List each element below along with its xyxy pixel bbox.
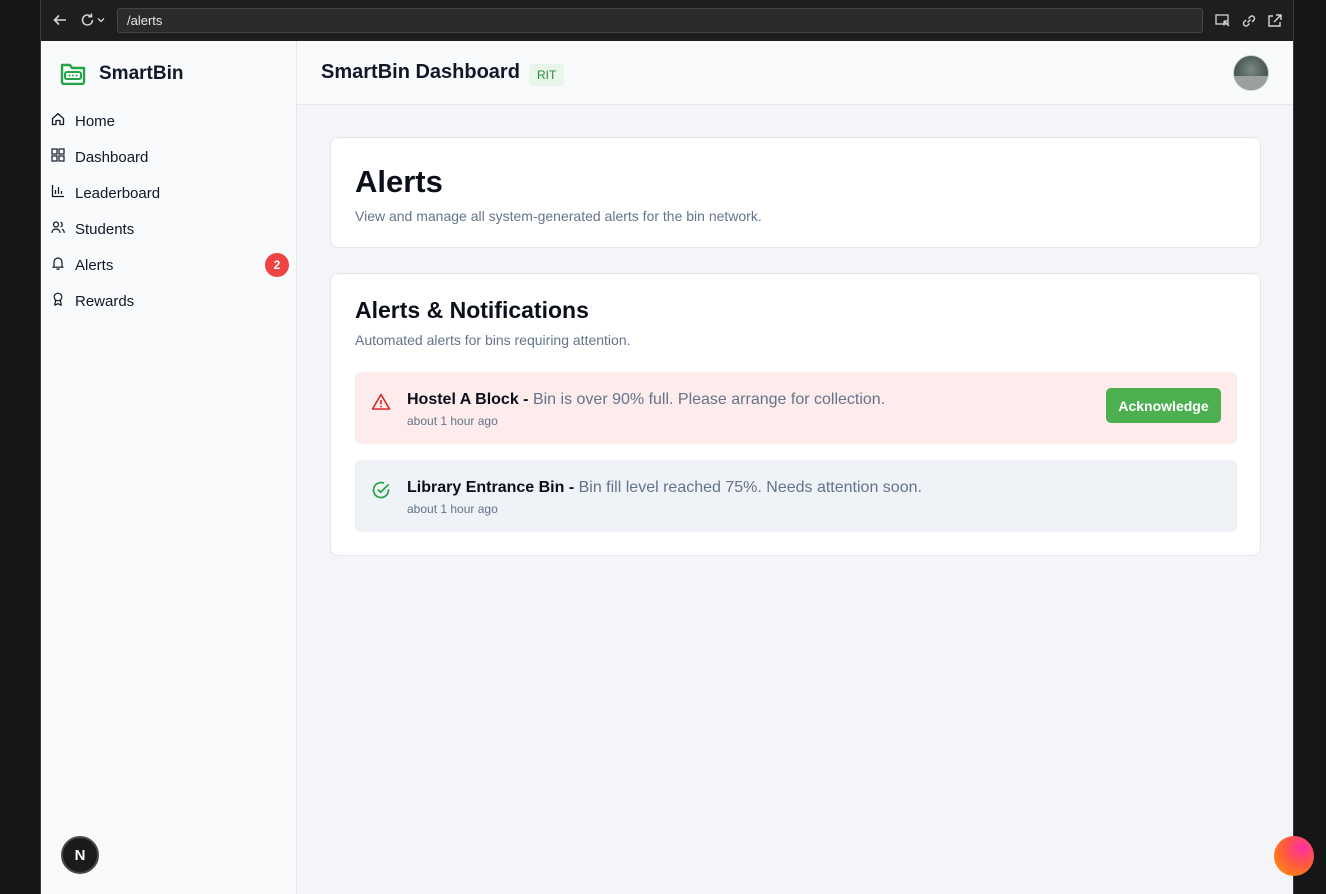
sidebar-nav: Home Dashboard Leaderboard Students Aler… [49,103,289,319]
assistant-orb-button[interactable] [1274,836,1314,876]
sidebar-item-label: Rewards [75,292,135,310]
browser-window: /alerts SmartBin Home Dashboard Leaderbo… [40,0,1294,894]
alert-source: Library Entrance Bin - [407,479,575,496]
alert-message: Bin fill level reached 75%. Needs attent… [578,479,922,496]
check-circle-icon [371,480,391,500]
alert-message: Bin is over 90% full. Please arrange for… [532,391,886,408]
alert-timestamp: about 1 hour ago [407,502,498,516]
alert-text: Hostel A Block - Bin is over 90% full. P… [407,391,885,409]
open-external-icon[interactable] [1266,12,1283,29]
page-header-card: Alerts View and manage all system-genera… [330,137,1261,248]
alerts-card-title: Alerts & Notifications [355,297,589,323]
brand[interactable]: SmartBin [59,59,183,89]
alert-text: Library Entrance Bin - Bin fill level re… [407,479,922,497]
sidebar: SmartBin Home Dashboard Leaderboard Stud… [41,41,297,894]
award-icon [51,292,65,311]
org-badge: RIT [529,64,565,86]
bell-icon [51,256,65,275]
dev-tools-button[interactable]: N [61,836,99,874]
dashboard-title: SmartBin Dashboard [321,61,520,83]
home-icon [51,112,65,131]
sidebar-item-home[interactable]: Home [49,103,289,139]
main-content: Alerts View and manage all system-genera… [297,105,1293,894]
acknowledge-button[interactable]: Acknowledge [1106,388,1221,423]
sidebar-item-leaderboard[interactable]: Leaderboard [49,175,289,211]
alert-item: Hostel A Block - Bin is over 90% full. P… [355,372,1237,444]
browser-toolbar: /alerts [41,0,1293,41]
bar-chart-icon [51,184,65,203]
alert-item: Library Entrance Bin - Bin fill level re… [355,460,1237,532]
alert-source: Hostel A Block - [407,391,529,408]
alerts-card: Alerts & Notifications Automated alerts … [330,273,1261,556]
warning-triangle-icon [371,392,391,412]
brand-name: SmartBin [99,63,184,84]
sidebar-item-label: Alerts [75,256,114,274]
page-subtitle: View and manage all system-generated ale… [355,208,762,224]
alerts-card-subtitle: Automated alerts for bins requiring atte… [355,332,631,348]
users-icon [51,220,65,239]
sidebar-item-label: Leaderboard [75,184,161,202]
link-icon[interactable] [1240,12,1257,29]
inspect-icon[interactable] [1214,12,1231,29]
back-arrow-icon[interactable] [51,11,69,29]
sidebar-item-alerts[interactable]: Alerts 2 [49,247,289,283]
alert-timestamp: about 1 hour ago [407,414,498,428]
avatar[interactable] [1233,55,1269,91]
sidebar-item-dashboard[interactable]: Dashboard [49,139,289,175]
sidebar-item-label: Students [75,220,135,238]
page-title: Alerts [355,164,443,199]
top-header: SmartBin Dashboard RIT [297,41,1293,105]
sidebar-item-label: Home [75,112,116,130]
alerts-count-badge: 2 [265,253,289,277]
trash-bin-logo-icon [59,59,87,90]
dashboard-grid-icon [51,147,65,167]
next-logo-icon: N [74,846,86,864]
sidebar-item-rewards[interactable]: Rewards [49,283,289,319]
sidebar-item-students[interactable]: Students [49,211,289,247]
reload-icon[interactable] [79,11,109,29]
sidebar-item-label: Dashboard [75,148,149,166]
url-input[interactable]: /alerts [117,8,1203,33]
